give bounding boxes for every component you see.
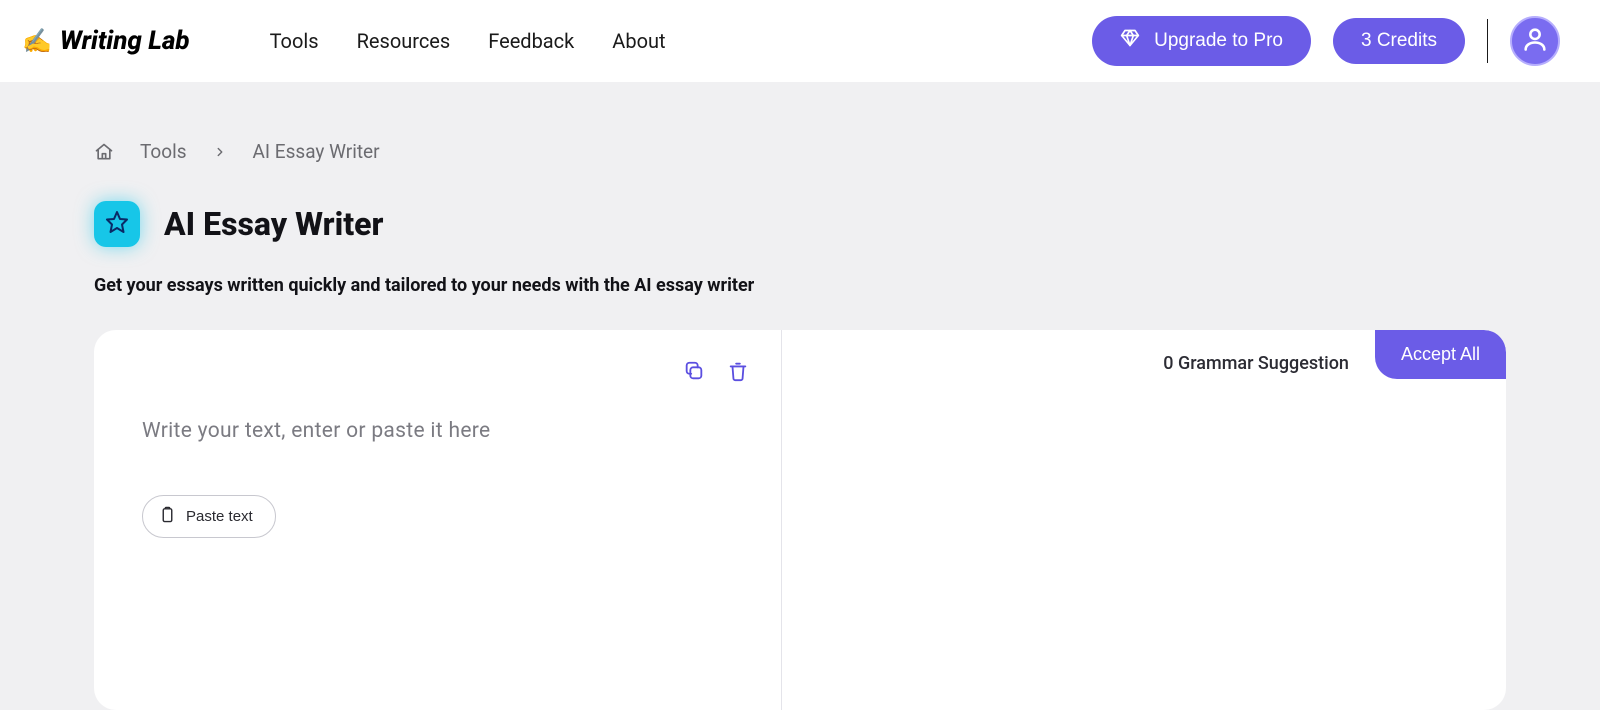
logo[interactable]: ✍️ Writing Lab [22,26,190,56]
star-icon [105,210,129,238]
avatar[interactable] [1510,16,1560,66]
trash-icon [727,360,749,385]
user-icon [1521,25,1549,57]
breadcrumb-tools[interactable]: Tools [140,140,187,163]
nav-tools[interactable]: Tools [270,29,319,53]
suggestion-count: 0 Grammar Suggestion [1163,353,1349,374]
paste-text-button[interactable]: Paste text [142,495,276,538]
copy-icon [683,360,705,385]
input-actions [142,358,751,387]
accept-all-button[interactable]: Accept All [1375,330,1506,379]
copy-button[interactable] [681,358,707,387]
header-right: Upgrade to Pro 3 Credits [1092,16,1560,66]
credits-label: 3 Credits [1361,30,1437,52]
input-placeholder[interactable]: Write your text, enter or paste it here [142,419,751,443]
app-header: ✍️ Writing Lab Tools Resources Feedback … [0,0,1600,82]
suggestions-pane: 0 Grammar Suggestion Accept All [782,330,1506,710]
home-icon[interactable] [94,142,114,162]
delete-button[interactable] [725,358,751,387]
breadcrumb: Tools AI Essay Writer [94,82,1506,163]
input-pane: Write your text, enter or paste it here … [94,330,782,710]
paste-text-label: Paste text [186,508,253,525]
page-title: AI Essay Writer [164,205,383,243]
title-badge [94,201,140,247]
logo-text: Writing Lab [60,26,190,56]
divider [1487,19,1488,63]
writing-hand-icon: ✍️ [22,27,52,55]
credits-button[interactable]: 3 Credits [1333,18,1465,64]
page-body: Tools AI Essay Writer AI Essay Writer Ge… [0,82,1600,710]
nav-resources[interactable]: Resources [357,29,451,53]
upgrade-button[interactable]: Upgrade to Pro [1092,16,1311,66]
breadcrumb-current: AI Essay Writer [253,140,380,163]
chevron-right-icon [213,145,227,159]
editor: Write your text, enter or paste it here … [94,330,1506,710]
nav-about[interactable]: About [612,29,665,53]
clipboard-icon [159,506,176,527]
page-subtitle: Get your essays written quickly and tail… [94,275,1506,296]
upgrade-label: Upgrade to Pro [1154,30,1283,52]
title-row: AI Essay Writer [94,201,1506,247]
suggestions-header: 0 Grammar Suggestion Accept All [782,348,1506,379]
nav-feedback[interactable]: Feedback [488,29,574,53]
main-nav: Tools Resources Feedback About [270,29,666,53]
diamond-icon [1120,28,1140,54]
